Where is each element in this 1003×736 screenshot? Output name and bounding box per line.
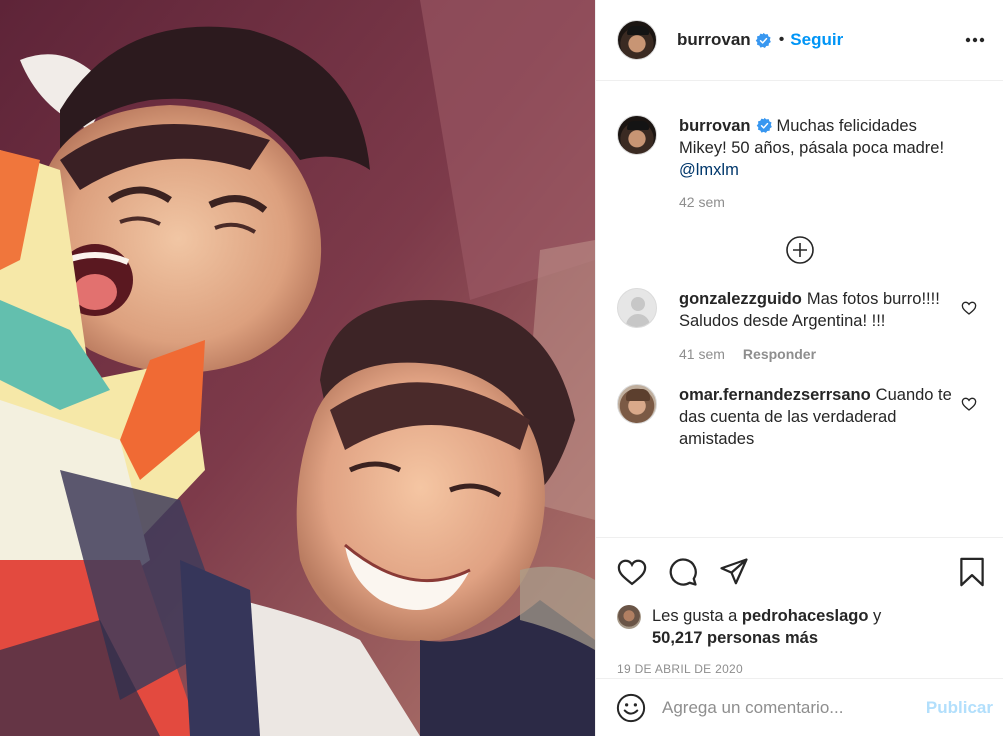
caption-mention-link[interactable]: @lmxlm: [679, 161, 739, 179]
caption-timestamp[interactable]: 42 sem: [679, 194, 725, 210]
likes-conjunction: y: [873, 607, 882, 625]
liker-avatar[interactable]: [617, 605, 641, 629]
action-bar: [596, 538, 1003, 592]
commenter-avatar[interactable]: [617, 384, 657, 424]
post-photo[interactable]: [0, 0, 595, 736]
caption-author-avatar[interactable]: [617, 115, 657, 155]
plus-circle-icon[interactable]: [785, 235, 815, 265]
publish-button[interactable]: Publicar: [926, 698, 993, 718]
likes-text: Les gusta a pedrohaceslago y 50,217 pers…: [652, 605, 881, 649]
comment-input[interactable]: [662, 697, 926, 718]
post-header: burrovan • Seguir: [596, 0, 1003, 81]
load-more-comments[interactable]: [596, 235, 1003, 265]
likes-count[interactable]: 50,217 personas más: [652, 629, 818, 647]
comments-section[interactable]: burrovan Muchas felicidades Mikey! 50 año…: [596, 81, 1003, 537]
commenter-username[interactable]: omar.fernandezserrsano: [679, 386, 871, 404]
comment-timestamp[interactable]: 41 sem: [679, 346, 725, 362]
comment-like-heart-icon[interactable]: [961, 396, 977, 412]
instagram-post: burrovan • Seguir burrovan Muchas felici…: [0, 0, 1003, 736]
reply-button[interactable]: Responder: [743, 346, 816, 362]
post-actions-area: Les gusta a pedrohaceslago y 50,217 pers…: [596, 537, 1003, 678]
post-image-illustration: [0, 0, 595, 736]
post-date[interactable]: 19 de abril de 2020: [596, 662, 1003, 676]
comment-like-heart-icon[interactable]: [961, 300, 977, 316]
separator-dot: •: [778, 31, 785, 48]
heart-icon[interactable]: [617, 557, 647, 587]
paper-plane-icon[interactable]: [719, 557, 749, 587]
liker-username[interactable]: pedrohaceslago: [742, 607, 869, 625]
bookmark-icon[interactable]: [957, 557, 987, 587]
author-username[interactable]: burrovan: [677, 30, 751, 50]
comment-text: gonzalezzguido Mas fotos burro!!!! Saludo…: [679, 288, 961, 332]
likes-prefix: Les gusta a: [652, 607, 738, 625]
caption: burrovan Muchas felicidades Mikey! 50 año…: [596, 115, 1003, 210]
caption-text: burrovan Muchas felicidades Mikey! 50 año…: [679, 115, 961, 181]
commenter-username[interactable]: gonzalezzguido: [679, 290, 802, 308]
author-avatar[interactable]: [617, 20, 657, 60]
likes-summary: Les gusta a pedrohaceslago y 50,217 pers…: [596, 605, 1003, 649]
comment-composer: Publicar: [596, 678, 1003, 736]
emoji-icon[interactable]: [616, 693, 646, 723]
comment-item: gonzalezzguido Mas fotos burro!!!! Saludo…: [596, 288, 1003, 362]
commenter-avatar[interactable]: [617, 288, 657, 328]
verified-badge-icon: [756, 117, 772, 133]
more-options-icon[interactable]: [963, 28, 987, 52]
comment-text: omar.fernandezserrsano Cuando te das cuen…: [679, 384, 961, 450]
caption-username[interactable]: burrovan: [679, 117, 751, 135]
post-sidebar: burrovan • Seguir burrovan Muchas felici…: [595, 0, 1003, 736]
comment-bubble-icon[interactable]: [668, 557, 698, 587]
comment-item: omar.fernandezserrsano Cuando te das cuen…: [596, 384, 1003, 450]
verified-badge-icon: [755, 32, 771, 48]
follow-button[interactable]: Seguir: [790, 30, 843, 50]
